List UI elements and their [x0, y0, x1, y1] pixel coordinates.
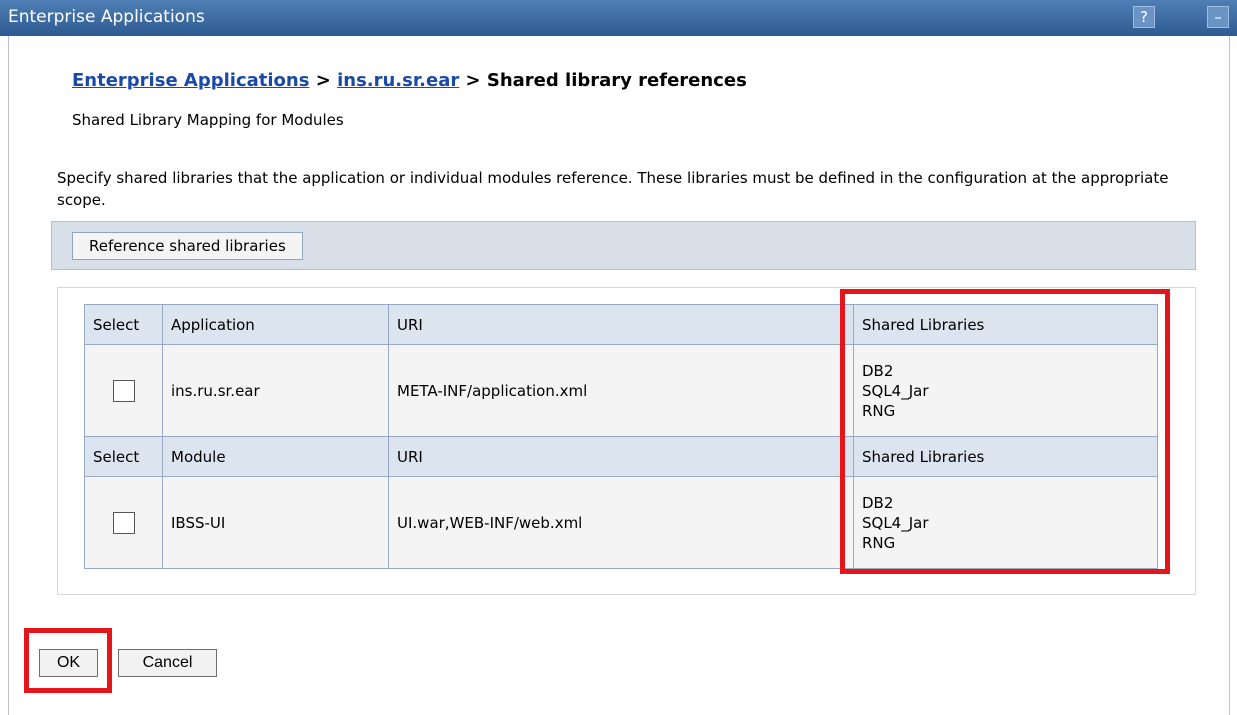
page-description: Specify shared libraries that the applic… [57, 169, 1169, 209]
module-name: IBSS-UI [162, 476, 389, 569]
breadcrumb-current: Shared library references [486, 70, 747, 91]
window-titlebar: Enterprise Applications ? – [0, 0, 1237, 36]
select-cell [84, 344, 163, 437]
application-name: ins.ru.sr.ear [162, 344, 389, 437]
cancel-button[interactable]: Cancel [118, 649, 217, 677]
help-icon[interactable]: ? [1133, 6, 1155, 28]
breadcrumb-separator: > [309, 70, 338, 91]
toolbar: Reference shared libraries [51, 221, 1196, 270]
breadcrumb-link-enterprise-applications[interactable]: Enterprise Applications [72, 70, 309, 91]
breadcrumb-separator: > [459, 70, 487, 91]
shared-libraries-highlight-box [840, 289, 1170, 574]
column-header-uri: URI [388, 304, 854, 345]
module-uri: UI.war,WEB-INF/web.xml [388, 476, 854, 569]
select-cell [84, 476, 163, 569]
module-select-checkbox[interactable] [112, 511, 135, 534]
breadcrumb: Enterprise Applications > ins.ru.sr.ear … [72, 70, 747, 91]
application-select-checkbox[interactable] [112, 379, 135, 402]
reference-shared-libraries-button[interactable]: Reference shared libraries [72, 232, 303, 260]
window-title: Enterprise Applications [8, 7, 205, 27]
application-uri: META-INF/application.xml [388, 344, 854, 437]
column-header-application: Application [162, 304, 389, 345]
column-header-select: Select [84, 304, 163, 345]
minimize-icon[interactable]: – [1207, 6, 1229, 28]
column-header-select: Select [84, 436, 163, 477]
column-header-uri: URI [388, 436, 854, 477]
column-header-module: Module [162, 436, 389, 477]
breadcrumb-link-application[interactable]: ins.ru.sr.ear [337, 70, 459, 91]
page-subtitle: Shared Library Mapping for Modules [72, 111, 344, 129]
ok-button[interactable]: OK [39, 649, 98, 677]
